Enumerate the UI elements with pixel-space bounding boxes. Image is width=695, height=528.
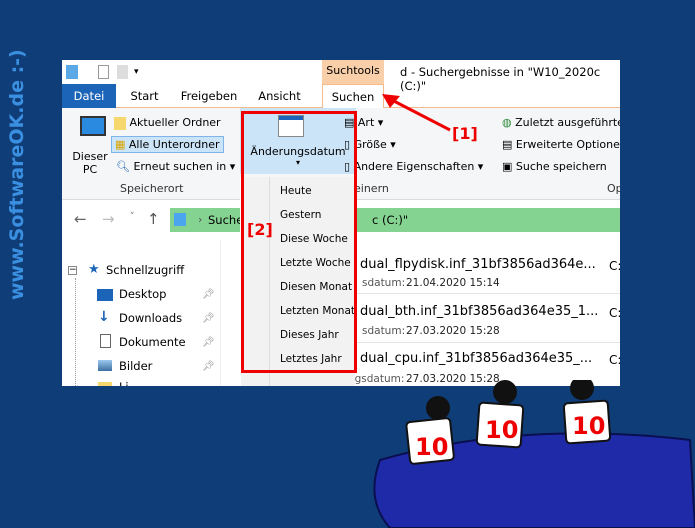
alle-unterordner-button[interactable]: ▦ Alle Unterordner: [111, 136, 224, 153]
location: C:: [609, 259, 620, 273]
pin-icon[interactable]: 📌︎: [202, 361, 215, 372]
location: C:: [609, 353, 620, 367]
folder-icon: [114, 116, 126, 130]
recent-dropdown-icon[interactable]: ˅: [130, 212, 135, 222]
erweiterte-optionen-button[interactable]: ▤ Erweiterte Optionen: [502, 138, 620, 151]
pin-icon[interactable]: 📌︎: [202, 289, 215, 300]
file-name: dual_flpydisk.inf_31bf3856ad364e...: [360, 257, 596, 272]
desktop-icon: [97, 289, 113, 301]
search-icon: 🔍︎: [116, 160, 130, 173]
divider: [352, 293, 620, 294]
score-card-2: 10: [485, 416, 518, 444]
recent-searches-icon: ◍: [502, 116, 512, 129]
forward-icon[interactable]: →: [102, 210, 115, 228]
group-verfeinern: einern: [354, 182, 389, 195]
label: Suche speichern: [515, 160, 607, 173]
group-optionen: Op: [607, 182, 620, 195]
label: Li: [119, 380, 129, 386]
tab-suchen[interactable]: Suchen: [322, 84, 384, 109]
pictures-icon: [98, 360, 112, 371]
label: Andere Eigenschaften: [353, 160, 475, 173]
address-text: Suche: [208, 213, 244, 227]
search-folder-icon: [174, 213, 186, 226]
address-bar[interactable]: › Suche c (C:)": [170, 208, 620, 232]
tree-line: [75, 278, 76, 386]
label: Alle Unterordner: [128, 138, 220, 151]
save-icon: ▣: [502, 160, 513, 173]
watermark-side-text: www.SoftwareOK.de :-): [6, 49, 28, 300]
label: Dokumente: [119, 335, 186, 349]
properties-icon[interactable]: [98, 65, 109, 79]
star-icon: ★: [88, 262, 100, 277]
qat-dropdown-icon[interactable]: ▾: [134, 67, 139, 77]
cartoon-jury: 10 10 10: [373, 380, 695, 528]
label: Zuletzt ausgeführte: [515, 116, 620, 129]
label: Desktop: [119, 287, 167, 301]
pin-icon[interactable]: 📌︎: [202, 337, 215, 348]
breadcrumb-separator-icon: ›: [198, 213, 203, 226]
computer-icon: [80, 116, 106, 136]
label: Bilder: [119, 359, 153, 373]
new-folder-icon[interactable]: [117, 65, 128, 79]
folder-icon: [66, 65, 78, 79]
suche-speichern-button[interactable]: ▣ Suche speichern: [502, 160, 607, 173]
options-icon: ▤: [502, 138, 513, 151]
arrow-annotation: [382, 94, 451, 132]
annotation-2: [2]: [247, 220, 273, 239]
group-speicherort: Speicherort: [120, 182, 184, 195]
label: Art: [357, 116, 375, 129]
divider: [352, 342, 620, 343]
tab-datei[interactable]: Datei: [62, 84, 116, 108]
tab-ansicht[interactable]: Ansicht: [252, 84, 307, 108]
date-value: 21.04.2020 15:14: [406, 277, 500, 289]
nav-item-schnellzugriff[interactable]: Schnellzugriff: [106, 263, 184, 277]
file-name: dual_bth.inf_31bf3856ad364e35_1...: [360, 304, 599, 319]
address-tail: c (C:)": [372, 213, 409, 227]
subfolders-icon: ▦: [115, 138, 126, 151]
score-card-3: 10: [572, 412, 605, 440]
erneut-suchen-button[interactable]: 🔍︎ Erneut suchen in ▾: [116, 160, 235, 173]
andere-eigenschaften-button[interactable]: ▯ Andere Eigenschaften ▾: [344, 160, 483, 173]
dieser-pc-button[interactable]: Dieser PC: [72, 150, 108, 176]
collapse-icon[interactable]: −: [68, 266, 77, 275]
context-tab-suchtools: Suchtools: [322, 60, 384, 84]
file-name: dual_cpu.inf_31bf3856ad364e35_...: [360, 351, 593, 366]
date-label: sdatum:: [362, 325, 406, 337]
label: Downloads: [119, 311, 183, 325]
aktueller-ordner-button[interactable]: Aktueller Ordner: [114, 116, 221, 130]
zuletzt-button[interactable]: ◍ Zuletzt ausgeführte: [502, 116, 620, 129]
label: Erneut suchen in: [133, 160, 227, 173]
location: C:: [609, 306, 620, 320]
tab-start[interactable]: Start: [122, 84, 167, 108]
label: Erweiterte Optionen: [515, 138, 620, 151]
up-icon[interactable]: ↑: [147, 210, 160, 228]
score-card-1: 10: [415, 433, 448, 461]
folder-icon: [98, 382, 112, 386]
highlight-box: [241, 111, 357, 373]
back-icon[interactable]: ←: [74, 210, 87, 228]
pane-divider[interactable]: [220, 240, 221, 386]
document-icon: [100, 334, 111, 348]
ribbon-tabs: Datei Start Freigeben Ansicht Suchen: [62, 84, 620, 109]
label: Aktueller Ordner: [129, 116, 221, 129]
pin-icon[interactable]: 📌︎: [202, 313, 215, 324]
date-value: 27.03.2020 15:28: [406, 325, 500, 337]
download-icon: ↓: [98, 309, 110, 325]
tab-freigeben[interactable]: Freigeben: [174, 84, 244, 108]
date-label: sdatum:: [362, 277, 406, 289]
